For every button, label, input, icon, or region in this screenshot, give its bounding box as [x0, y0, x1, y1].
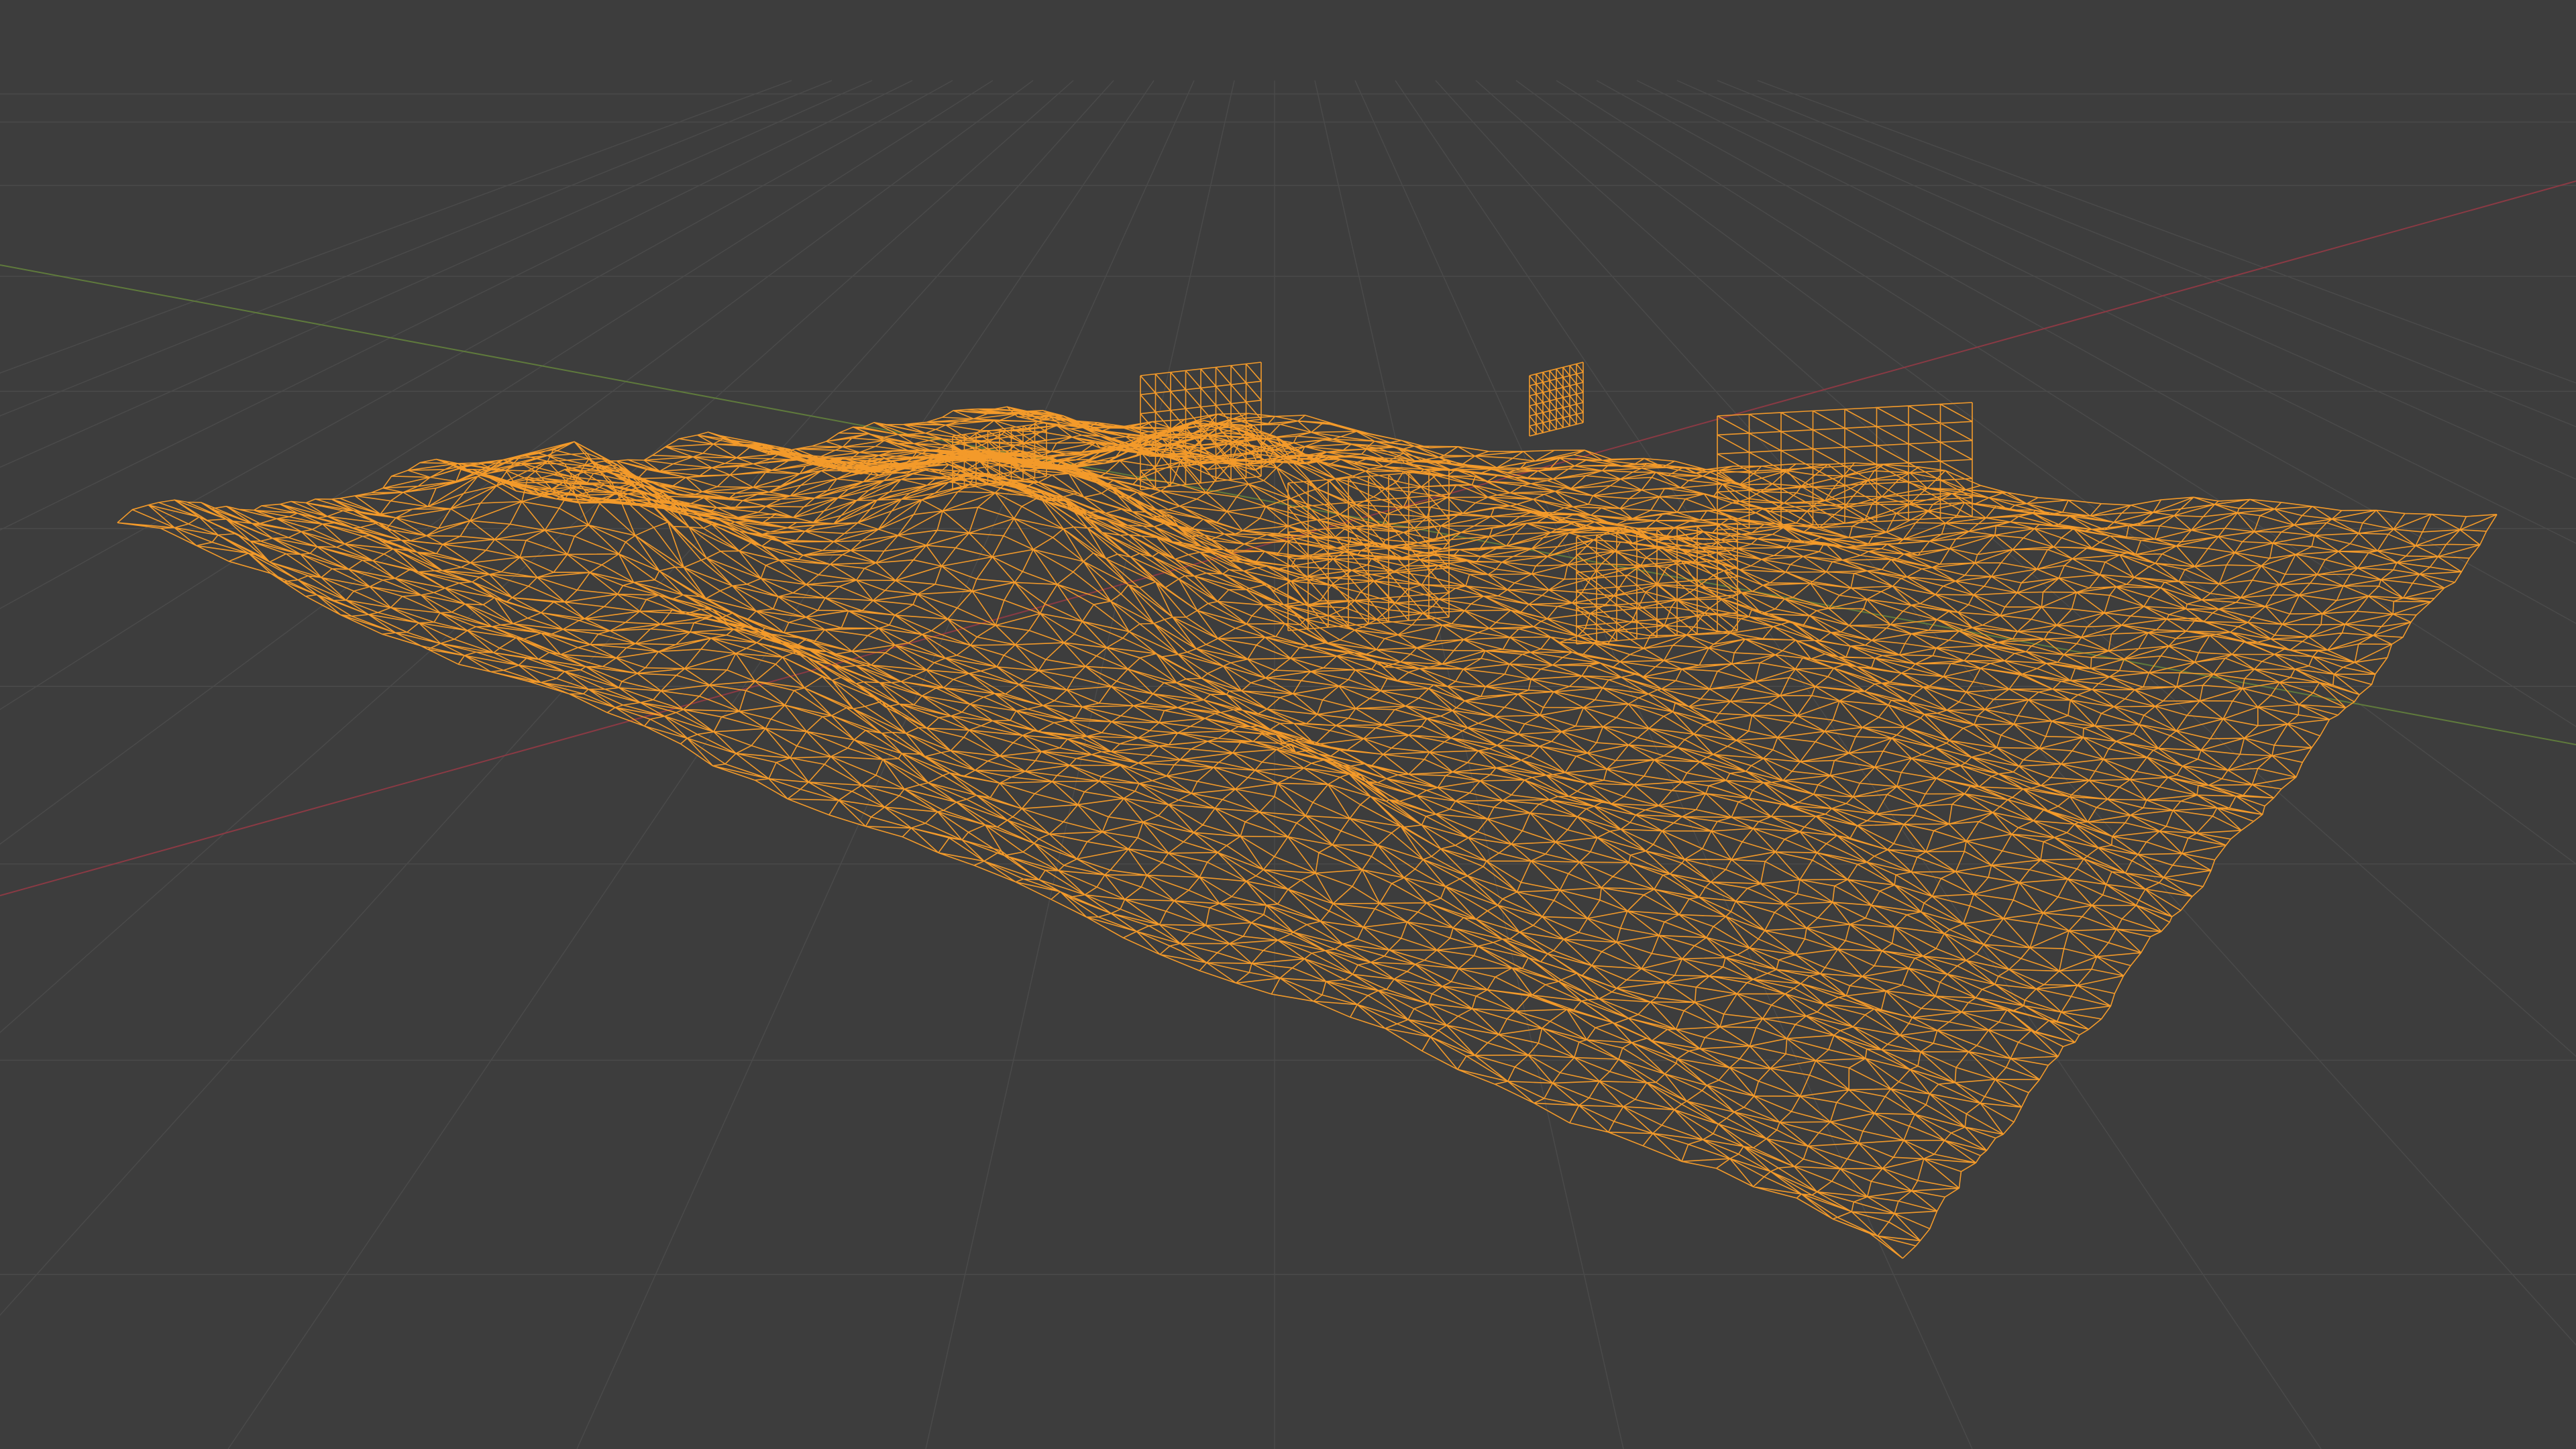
grid-line — [0, 80, 792, 374]
grid-line — [1596, 80, 2576, 625]
floor-grid — [0, 80, 2576, 1449]
grid-line — [0, 80, 833, 417]
grid-line — [0, 80, 873, 468]
rock-wireframe[interactable] — [1529, 362, 1584, 437]
grid-line — [925, 80, 1235, 1449]
3d-viewport[interactable] — [0, 0, 2576, 1449]
grid-line — [1717, 80, 2576, 427]
terrain-wireframe[interactable] — [117, 406, 2498, 1259]
grid-line — [0, 80, 1034, 845]
viewport-canvas[interactable] — [0, 0, 2576, 1449]
wireframe-mesh[interactable] — [117, 362, 2498, 1259]
grid-line — [0, 80, 953, 610]
grid-line — [1475, 80, 2576, 1057]
grid-line — [0, 80, 1114, 1316]
grid-line — [1435, 80, 2576, 1346]
